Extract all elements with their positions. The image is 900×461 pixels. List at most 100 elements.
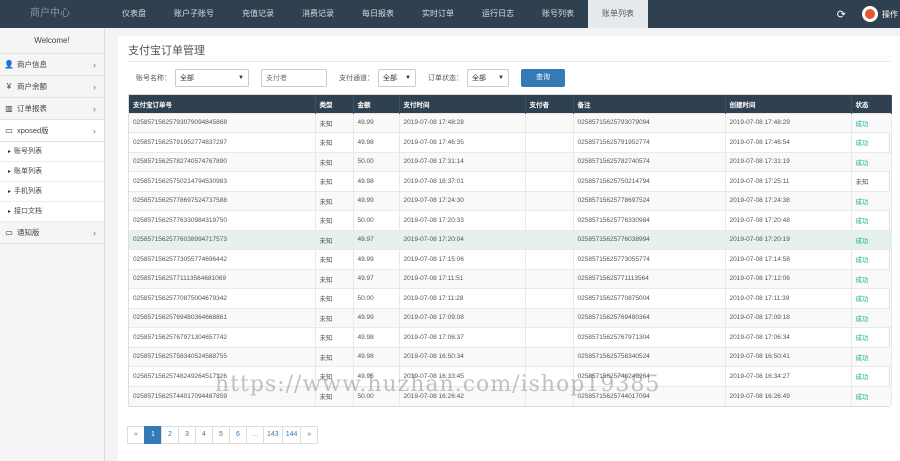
page-button[interactable]: 144 — [281, 426, 302, 444]
table-cell: 2019-07-08 16:26:49 — [725, 385, 852, 406]
table-row[interactable]: 02585715625767971304657742 未知 49.98 2019-07… — [129, 327, 892, 347]
page-next-button[interactable]: » — [300, 426, 319, 444]
table-row[interactable]: 02585715625776330984319750 未知 50.00 2019-07… — [129, 210, 892, 230]
table-cell — [525, 190, 574, 211]
table-cell: 02585715625767971304657742 — [129, 327, 316, 347]
table-row[interactable]: 02585715625744017094487859 未知 50.00 2019-07… — [129, 385, 892, 406]
monitor-icon: ▭ — [5, 227, 13, 237]
table-cell: 02585715625767971304 — [573, 327, 726, 347]
sidebar-subitem[interactable]: ▸ 接口文档 — [0, 202, 104, 222]
column-header[interactable]: 金额 — [353, 95, 400, 113]
nav-item[interactable]: 每日报表 — [348, 0, 408, 28]
table-cell: 49.99 — [353, 112, 400, 133]
sidebar-subitem[interactable]: ▸ 手机列表 — [0, 182, 104, 202]
sidebar-item[interactable]: 👤 商户信息 › — [0, 54, 104, 76]
channel-select[interactable]: 全部 ▼ — [378, 69, 416, 87]
page-button[interactable]: 6 — [229, 426, 247, 444]
sidebar-item-label: xposed版 — [17, 125, 49, 135]
column-header[interactable]: 支付时间 — [399, 95, 526, 113]
refresh-icon[interactable]: ⟳ — [837, 8, 846, 21]
chevron-right-icon: › — [93, 81, 96, 92]
status-select[interactable]: 全部 ▼ — [467, 69, 509, 87]
table-row[interactable]: 02585715625770875004679342 未知 50.00 2019-07… — [129, 288, 892, 308]
user-avatar-icon[interactable] — [862, 6, 878, 22]
pagination: «1 2 3 4 5 6... 143 144» — [127, 426, 319, 444]
table-cell: 2019-07-08 17:09:08 — [399, 307, 526, 328]
sidebar-item[interactable]: ▭ xposed版 › — [0, 120, 104, 142]
page-button[interactable]: 143 — [263, 426, 283, 444]
table-cell: 50.00 — [353, 288, 400, 308]
table-cell: 未知 — [315, 190, 354, 211]
table-row[interactable]: 02585715625771113564681069 未知 49.97 2019-07… — [129, 268, 892, 289]
caret-down-icon: ▼ — [498, 75, 504, 81]
sidebar-item[interactable]: ▥ 订单报表 › — [0, 98, 104, 120]
table-cell — [525, 151, 574, 172]
column-header[interactable]: 创建时间 — [725, 95, 852, 113]
filter-bar: 账号名称： 全部 ▼ 支付通道： 全部 ▼ 订单状态： 全部 ▼ 查询 — [136, 69, 565, 87]
column-header[interactable]: 类型 — [315, 95, 354, 113]
table-row[interactable]: 02585715625750214794530983 未知 49.98 2019-07… — [129, 171, 892, 191]
table-cell: 02585715625782740574767890 — [129, 151, 316, 172]
table-cell — [525, 307, 574, 328]
table-cell: 成功 — [851, 132, 892, 152]
column-header[interactable]: 支付者 — [525, 95, 574, 113]
nav-item[interactable]: 充值记录 — [228, 0, 288, 28]
table-row[interactable]: 02585715625778697524737588 未知 49.99 2019-07… — [129, 190, 892, 211]
table-cell: 未知 — [315, 210, 354, 230]
main-panel: 支付宝订单管理 账号名称： 全部 ▼ 支付通道： 全部 ▼ 订单状态： 全部 ▼… — [118, 36, 900, 461]
table-cell: 02585715625750214794530983 — [129, 171, 316, 191]
table-cell: 2019-07-08 17:20:19 — [725, 229, 852, 250]
table-row[interactable]: 02585715625773055774696442 未知 49.99 2019-07… — [129, 249, 892, 269]
table-cell: 成功 — [851, 190, 892, 211]
table-cell: 未知 — [851, 171, 892, 191]
table-cell: 未知 — [315, 268, 354, 289]
sidebar-subitem[interactable]: ▸ 账单列表 — [0, 162, 104, 182]
account-select[interactable]: 全部 ▼ — [175, 69, 249, 87]
page-button[interactable]: 4 — [195, 426, 213, 444]
table-row[interactable]: 02585715625791952774837297 未知 49.98 2019-07… — [129, 132, 892, 152]
channel-select-value: 全部 — [383, 75, 397, 82]
table-cell: 2019-07-08 17:11:39 — [725, 288, 852, 308]
page-prev-button[interactable]: « — [127, 426, 145, 444]
yen-icon: ¥ — [6, 81, 12, 91]
caret-right-icon: ▸ — [8, 148, 12, 155]
table-cell: 2019-07-08 17:46:35 — [399, 132, 526, 152]
table-cell — [525, 288, 574, 308]
page-button[interactable]: 1 — [144, 426, 162, 444]
table-row[interactable]: 02585715625758340524588755 未知 49.98 2019-07… — [129, 346, 892, 367]
nav-item[interactable]: 仪表盘 — [108, 0, 160, 28]
sidebar-subitem[interactable]: ▸ 账号列表 — [0, 142, 104, 162]
table-row[interactable]: 02585715625769480364668861 未知 49.99 2019-07… — [129, 307, 892, 328]
query-button[interactable]: 查询 — [521, 69, 565, 87]
title-divider — [128, 61, 890, 62]
nav-item[interactable]: 消费记录 — [288, 0, 348, 28]
table-cell: 02585715625776038994 — [573, 229, 726, 250]
table-cell: 成功 — [851, 385, 892, 406]
table-row[interactable]: 02585715625776038994717573 未知 49.97 2019-07… — [129, 229, 892, 250]
nav-item[interactable]: 账号列表 — [528, 0, 588, 28]
nav-item[interactable]: 账户子账号 — [160, 0, 228, 28]
page-button[interactable]: 2 — [161, 426, 179, 444]
page-title: 支付宝订单管理 — [128, 45, 205, 57]
table-cell: 2019-07-08 17:20:48 — [725, 210, 852, 230]
welcome-text: Welcome! — [0, 28, 104, 54]
column-header[interactable]: 备注 — [573, 95, 726, 113]
page-button[interactable]: 3 — [178, 426, 196, 444]
table-row[interactable]: 02585715625748249264517126 未知 49.95 2019-07… — [129, 366, 892, 386]
page-button[interactable]: 5 — [212, 426, 230, 444]
column-header[interactable]: 状态 — [851, 95, 892, 113]
table-row[interactable]: 02585715625782740574767890 未知 50.00 2019-07… — [129, 151, 892, 172]
user-menu-label[interactable]: 操作 — [882, 9, 900, 20]
nav-item[interactable]: 运行日志 — [468, 0, 528, 28]
sidebar-item[interactable]: ▭ 通知版 › — [0, 222, 104, 244]
table-row[interactable]: 0258571562579307909484586​8 未知 49.99 2019-0… — [129, 112, 892, 133]
column-header[interactable]: 支付宝订单号 — [129, 95, 316, 113]
payer-input[interactable] — [261, 69, 327, 87]
sidebar-item[interactable]: ¥ 商户余额 › — [0, 76, 104, 98]
table-cell: 成功 — [851, 229, 892, 250]
nav-item[interactable]: 账单列表 — [588, 0, 648, 28]
table-cell: 2019-07-08 17:11:28 — [399, 288, 526, 308]
nav-item[interactable]: 实时订单 — [408, 0, 468, 28]
table-cell: 2019-07-08 17:06:34 — [725, 327, 852, 347]
table-cell — [525, 346, 574, 367]
